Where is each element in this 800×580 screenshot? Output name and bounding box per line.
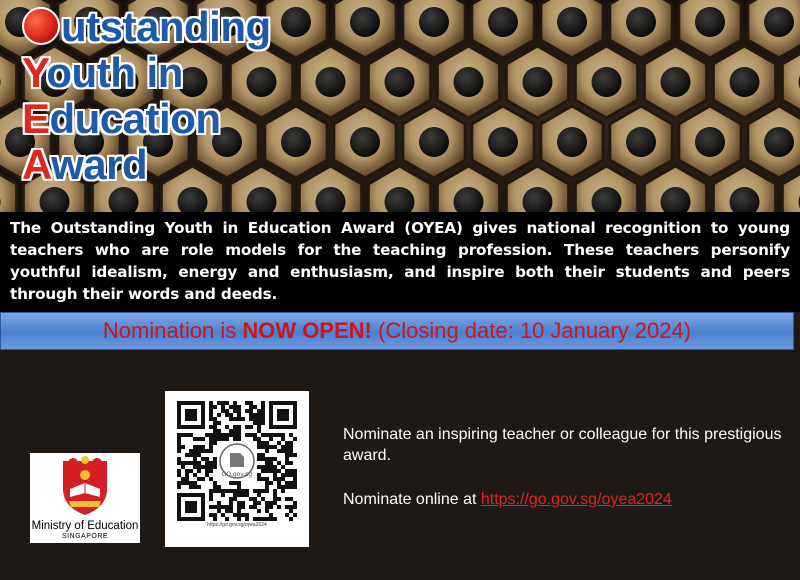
nomination-closing-date: (Closing date: 10 January 2024) bbox=[371, 318, 692, 343]
qr-caption: https://go.gov.sg/oyea2024 bbox=[207, 522, 267, 528]
title-line-2: Youth in bbox=[22, 49, 183, 96]
info-line-1: Nominate an inspiring teacher or colleag… bbox=[343, 426, 782, 464]
nomination-info: Nominate an inspiring teacher or colleag… bbox=[343, 424, 783, 533]
crest-icon bbox=[63, 456, 107, 515]
nomination-banner: Nomination is NOW OPEN! (Closing date: 1… bbox=[0, 312, 794, 350]
title-line-1: utstanding bbox=[22, 4, 271, 50]
award-title: utstanding Youth in Education Award bbox=[22, 4, 271, 188]
qr-code-card[interactable]: GO.gov.sg https://go.gov.sg/oyea2024 bbox=[165, 391, 309, 547]
nomination-link[interactable]: https://go.gov.sg/oyea2024 bbox=[481, 491, 672, 508]
header-banner: utstanding Youth in Education Award bbox=[0, 0, 800, 212]
award-description: The Outstanding Youth in Education Award… bbox=[0, 212, 800, 312]
title-line-3: Education bbox=[22, 95, 221, 142]
nomination-open-highlight: NOW OPEN! bbox=[242, 318, 372, 343]
moe-org-name: Ministry of Education bbox=[31, 520, 139, 532]
qr-center-label: GO.gov.sg bbox=[222, 471, 253, 478]
title-line-4: Award bbox=[22, 141, 148, 188]
moe-country: SINGAPORE bbox=[61, 533, 109, 540]
red-ball-o-icon bbox=[22, 7, 60, 45]
moe-logo: Ministry of Education SINGAPORE bbox=[30, 453, 140, 543]
qr-code-icon: GO.gov.sg bbox=[177, 401, 297, 521]
nomination-prefix: Nomination is bbox=[102, 318, 243, 343]
info-line-2: Nominate online at https://go.gov.sg/oye… bbox=[343, 491, 672, 508]
